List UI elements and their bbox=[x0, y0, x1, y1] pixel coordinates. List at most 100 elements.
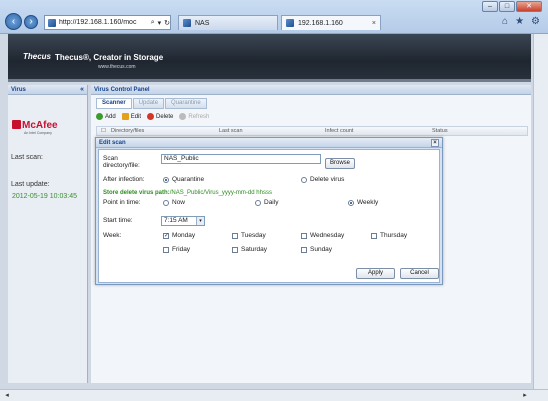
monday-checkbox[interactable]: ✓ bbox=[163, 233, 169, 239]
quarantine-label: Quarantine bbox=[172, 176, 205, 183]
week-label: Week: bbox=[103, 232, 122, 239]
forward-button[interactable]: › bbox=[24, 15, 38, 29]
now-radio[interactable] bbox=[163, 200, 169, 206]
mcafee-logo: McAfee bbox=[12, 120, 58, 131]
search-icon[interactable]: ⌕ bbox=[151, 19, 155, 27]
daily-radio[interactable] bbox=[255, 200, 261, 206]
edit-icon bbox=[121, 113, 129, 120]
refresh-icon[interactable]: ↻ bbox=[164, 19, 170, 27]
point-in-time-label: Point in time: bbox=[103, 199, 141, 206]
now-label: Now bbox=[172, 199, 186, 206]
scan-path-input[interactable]: NAS_Public bbox=[161, 154, 321, 164]
mcafee-shield-icon bbox=[12, 120, 21, 129]
start-time-value: 7:15 AM bbox=[164, 217, 188, 224]
tab-quarantine[interactable]: Quarantine bbox=[165, 98, 207, 109]
store-path-value: /NAS_Public/Virus_yyyy-mm-dd hhsss bbox=[169, 190, 272, 196]
column-status[interactable]: Status bbox=[432, 128, 448, 134]
chevron-down-icon[interactable]: ▾ bbox=[196, 217, 204, 225]
tab-nas[interactable]: NAS bbox=[178, 15, 278, 30]
cancel-button[interactable]: Cancel bbox=[400, 268, 439, 279]
weekly-label: Weekly bbox=[357, 199, 379, 206]
brand-subtitle: An Intel Company bbox=[24, 131, 52, 135]
browser-chrome: – □ ✕ ‹ › http://192.168.1.160/moc ⌕ ▾ ↻… bbox=[0, 0, 548, 34]
thursday-label: Thursday bbox=[380, 232, 408, 239]
select-all-checkbox[interactable]: ☐ bbox=[101, 128, 106, 134]
minimize-button[interactable]: – bbox=[482, 1, 498, 12]
edit-label: Edit bbox=[130, 113, 142, 120]
start-time-label: Start time: bbox=[103, 217, 133, 224]
sunday-checkbox[interactable] bbox=[301, 247, 307, 253]
store-path-label: Store delete virus path:/NAS_Public/Viru… bbox=[103, 190, 272, 196]
close-tab-icon[interactable]: × bbox=[372, 20, 376, 27]
maximize-button[interactable]: □ bbox=[499, 1, 515, 12]
horizontal-scrollbar[interactable]: ◂ ▸ bbox=[0, 389, 548, 401]
tab-label: 192.168.1.160 bbox=[298, 19, 343, 27]
scan-label-line2: directory/file: bbox=[103, 162, 140, 169]
start-time-select[interactable]: 7:15 AM ▾ bbox=[161, 216, 205, 226]
saturday-label: Saturday bbox=[241, 246, 268, 253]
add-icon bbox=[96, 113, 103, 120]
dialog-title-text: Edit scan bbox=[99, 140, 126, 146]
browser-right-icons: ⌂ ★ ⚙ bbox=[502, 16, 540, 27]
thursday-checkbox[interactable] bbox=[371, 233, 377, 239]
weekly-radio[interactable] bbox=[348, 200, 354, 206]
column-infect-count[interactable]: Infect count bbox=[325, 128, 353, 134]
tab-192-168-1-160[interactable]: 192.168.1.160 × bbox=[281, 15, 381, 30]
sidebar-title: Virus « bbox=[8, 85, 87, 95]
friday-checkbox[interactable] bbox=[163, 247, 169, 253]
quarantine-radio[interactable] bbox=[163, 177, 169, 183]
vertical-scrollbar[interactable] bbox=[533, 34, 548, 389]
back-button[interactable]: ‹ bbox=[5, 13, 22, 30]
home-icon[interactable]: ⌂ bbox=[502, 16, 508, 27]
last-update-label: Last update: bbox=[11, 181, 50, 188]
scan-toolbar: Add Edit Delete Refresh bbox=[96, 113, 209, 120]
last-scan-label: Last scan: bbox=[11, 154, 43, 161]
tab-scanner[interactable]: Scanner bbox=[96, 98, 132, 109]
settings-icon[interactable]: ⚙ bbox=[531, 16, 540, 27]
sidebar-title-text: Virus bbox=[11, 87, 26, 93]
dialog-title: Edit scan × bbox=[96, 138, 442, 148]
saturday-checkbox[interactable] bbox=[232, 247, 238, 253]
scan-grid-header: ☐ Directory/files Last scan Infect count… bbox=[96, 126, 528, 136]
last-update-value: 2012-05-19 10:03:45 bbox=[12, 193, 77, 200]
column-directory[interactable]: Directory/files bbox=[111, 128, 144, 134]
compat-icon[interactable]: ▾ bbox=[158, 19, 162, 27]
store-path-title: Store delete virus path: bbox=[103, 190, 170, 196]
edit-button[interactable]: Edit bbox=[121, 113, 142, 120]
tab-icon bbox=[286, 19, 294, 27]
refresh-button[interactable]: Refresh bbox=[179, 113, 209, 120]
tab-label: NAS bbox=[195, 19, 210, 27]
refresh-icon bbox=[179, 113, 187, 120]
scanner-tabs: Scanner Update Quarantine bbox=[96, 98, 207, 109]
address-bar[interactable]: http://192.168.1.160/moc ⌕ ▾ ↻ bbox=[44, 15, 171, 30]
tab-update[interactable]: Update bbox=[132, 98, 165, 109]
favorites-icon[interactable]: ★ bbox=[515, 16, 524, 27]
tuesday-label: Tuesday bbox=[241, 232, 266, 239]
collapse-icon[interactable]: « bbox=[80, 85, 84, 95]
tuesday-checkbox[interactable] bbox=[232, 233, 238, 239]
thecus-logo: Thecus bbox=[23, 52, 52, 61]
close-icon[interactable]: × bbox=[431, 139, 439, 147]
tab-icon bbox=[183, 19, 191, 27]
scroll-left-icon[interactable]: ◂ bbox=[2, 391, 12, 400]
column-last-scan[interactable]: Last scan bbox=[219, 128, 243, 134]
daily-label: Daily bbox=[264, 199, 279, 206]
after-infection-label: After infection: bbox=[103, 176, 145, 183]
browse-button[interactable]: Browse bbox=[325, 158, 355, 169]
delete-icon bbox=[147, 113, 155, 120]
delete-virus-label: Delete virus bbox=[310, 176, 345, 183]
delete-virus-radio[interactable] bbox=[301, 177, 307, 183]
address-text: http://192.168.1.160/moc bbox=[59, 19, 137, 26]
scroll-right-icon[interactable]: ▸ bbox=[520, 391, 530, 400]
close-window-button[interactable]: ✕ bbox=[516, 1, 542, 12]
apply-button[interactable]: Apply bbox=[356, 268, 395, 279]
wednesday-checkbox[interactable] bbox=[301, 233, 307, 239]
add-button[interactable]: Add bbox=[96, 113, 116, 120]
add-label: Add bbox=[105, 113, 116, 120]
virus-sidebar: Virus « McAfee An Intel Company Last sca… bbox=[8, 85, 88, 383]
delete-button[interactable]: Delete bbox=[147, 113, 173, 120]
header-tagline: Thecus®, Creator in Storage bbox=[55, 53, 164, 62]
panel-title: Virus Control Panel bbox=[91, 85, 531, 95]
monday-label: Monday bbox=[172, 232, 196, 239]
wednesday-label: Wednesday bbox=[310, 232, 345, 239]
